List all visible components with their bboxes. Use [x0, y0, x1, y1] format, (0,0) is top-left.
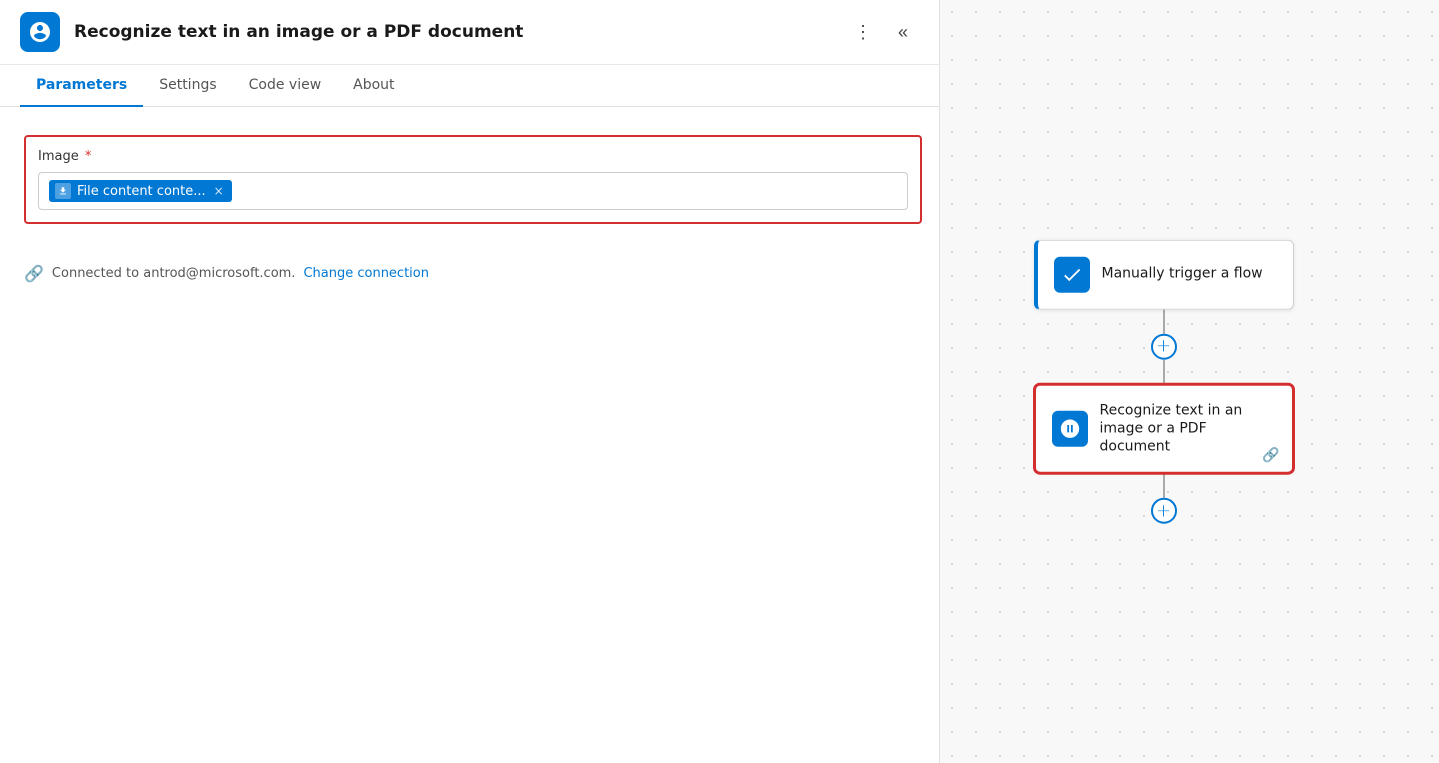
token-text: File content conte... [77, 184, 206, 199]
flow-canvas: Manually trigger a flow + Recognize text… [1034, 239, 1294, 524]
image-field-section: Image * File content conte... × [24, 135, 922, 224]
tab-settings[interactable]: Settings [143, 65, 232, 107]
tab-parameters[interactable]: Parameters [20, 65, 143, 107]
token-icon [55, 183, 71, 199]
trigger-icon-svg [1061, 263, 1083, 285]
app-icon-svg [28, 20, 52, 44]
tab-code-view[interactable]: Code view [233, 65, 338, 107]
left-panel: Recognize text in an image or a PDF docu… [0, 0, 940, 763]
action-node-icon [1052, 411, 1088, 447]
connection-text: Connected to antrod@microsoft.com. [52, 266, 296, 281]
more-options-button[interactable]: ⋮ [847, 16, 879, 48]
connector-top: + [1151, 309, 1177, 383]
tabs-bar: Parameters Settings Code view About [0, 65, 939, 107]
connector-line-top [1163, 309, 1165, 333]
connection-link-icon: 🔗 [24, 264, 44, 283]
token-icon-svg [58, 186, 68, 196]
trigger-node-label: Manually trigger a flow [1102, 265, 1263, 283]
node-link-icon: 🔗 [1262, 448, 1279, 464]
file-content-token[interactable]: File content conte... × [49, 180, 232, 202]
add-step-button-bottom[interactable]: + [1151, 498, 1177, 524]
action-icon-svg [1059, 418, 1081, 440]
connector-line-bottom [1163, 474, 1165, 498]
panel-body: Image * File content conte... × 🔗 Connec… [0, 107, 939, 763]
change-connection-link[interactable]: Change connection [303, 266, 429, 281]
action-node[interactable]: Recognize text in an image or a PDF docu… [1034, 383, 1294, 474]
connector-line-mid [1163, 359, 1165, 383]
token-close-button[interactable]: × [214, 184, 224, 198]
connection-info: 🔗 Connected to antrod@microsoft.com. Cha… [24, 264, 915, 283]
panel-header: Recognize text in an image or a PDF docu… [0, 0, 939, 65]
connector-bottom: + [1151, 474, 1177, 524]
image-field-input[interactable]: File content conte... × [38, 172, 908, 210]
panel-title: Recognize text in an image or a PDF docu… [74, 22, 833, 42]
flow-canvas-panel: Manually trigger a flow + Recognize text… [940, 0, 1439, 763]
app-icon [20, 12, 60, 52]
header-actions: ⋮ « [847, 16, 919, 48]
action-node-label: Recognize text in an image or a PDF docu… [1100, 401, 1276, 456]
tab-about[interactable]: About [337, 65, 410, 107]
image-field-label: Image * [38, 149, 908, 164]
add-step-button-top[interactable]: + [1151, 333, 1177, 359]
trigger-node-icon [1054, 256, 1090, 292]
collapse-button[interactable]: « [887, 16, 919, 48]
required-marker: * [81, 149, 92, 164]
trigger-node[interactable]: Manually trigger a flow [1034, 239, 1294, 309]
